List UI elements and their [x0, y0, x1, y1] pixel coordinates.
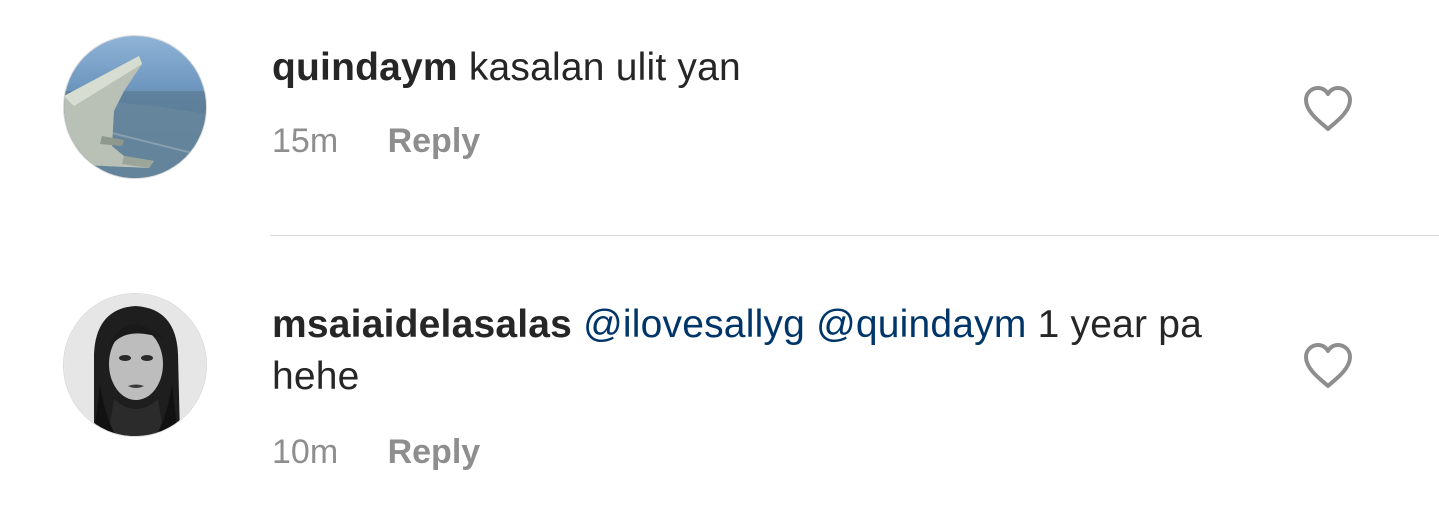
- heart-outline-icon: [1304, 343, 1352, 388]
- comment-item: msaiaidelasalas @ilovesallyg @quindaym 1…: [0, 236, 1439, 521]
- comment-item: quindaym kasalan ulit yan 15m Reply: [0, 0, 1439, 235]
- mention-link[interactable]: @ilovesallyg: [583, 303, 805, 346]
- heart-outline-icon: [1304, 86, 1352, 131]
- mention-link[interactable]: @quindaym: [816, 303, 1027, 346]
- reply-button[interactable]: Reply: [388, 432, 481, 472]
- avatar[interactable]: [63, 293, 207, 437]
- airplane-wing-photo-icon: [64, 36, 206, 178]
- comment-username[interactable]: quindaym: [272, 46, 458, 89]
- comment-timestamp: 15m: [272, 122, 339, 160]
- comment-meta: 10m Reply: [272, 432, 480, 472]
- comment-username[interactable]: msaiaidelasalas: [272, 303, 572, 346]
- avatar[interactable]: [63, 35, 207, 179]
- comment-text: quindaym kasalan ulit yan: [272, 42, 1257, 94]
- woman-portrait-photo-icon: [64, 294, 206, 436]
- comment-timestamp: 10m: [272, 433, 339, 471]
- comment-text: msaiaidelasalas @ilovesallyg @quindaym 1…: [272, 299, 1257, 403]
- comment-body: kasalan ulit yan: [468, 46, 741, 89]
- comment-meta: 15m Reply: [272, 121, 480, 161]
- like-button[interactable]: [1301, 84, 1355, 134]
- like-button[interactable]: [1301, 341, 1355, 391]
- reply-button[interactable]: Reply: [388, 121, 481, 161]
